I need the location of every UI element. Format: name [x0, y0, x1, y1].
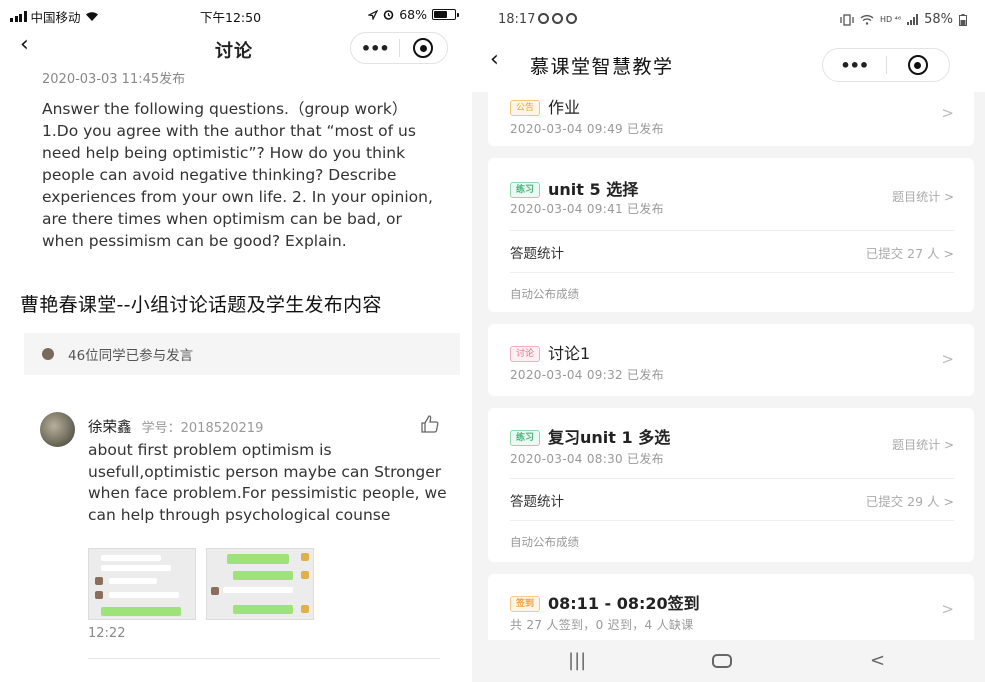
card-title: 公告 作业 — [510, 94, 580, 118]
miniprogram-capsule: ••• — [350, 32, 448, 64]
post-image[interactable] — [88, 548, 196, 620]
notification-icon — [538, 13, 550, 24]
network-type: HD ⁴⁶ — [879, 15, 902, 24]
status-bar: 中国移动 下午12:50 68% — [0, 0, 468, 30]
tag-checkin: 签到 — [510, 596, 541, 612]
card-title: 练习 unit 5 选择 — [510, 176, 638, 200]
post-author: 徐荣鑫 学号：2018520219 — [88, 416, 263, 437]
status-time: 下午12:50 — [200, 10, 262, 25]
activity-card-exercise[interactable]: 练习 复习unit 1 多选 2020-03-04 08:30 已发布 题目统计 … — [488, 408, 974, 562]
activity-card-checkin[interactable]: 签到 08:11 - 08:20签到 共 27 人签到，0 迟到，4 人缺课 > — [488, 574, 974, 644]
author-name: 徐荣鑫 — [88, 420, 132, 436]
battery-percent: 68% — [399, 7, 427, 22]
auto-grade-label: 自动公布成绩 — [510, 535, 579, 549]
close-miniprogram-button[interactable] — [886, 55, 949, 75]
submitted-count: 已提交 29 人 > — [865, 494, 954, 509]
home-button[interactable] — [712, 654, 732, 668]
answer-stats-label: 答题统计 — [510, 494, 564, 510]
battery-percent: 58% — [924, 12, 953, 27]
hand-icon — [42, 348, 54, 360]
location-icon — [368, 9, 379, 20]
carrier-name: 中国移动 — [30, 10, 81, 25]
header: 18:17 HD ⁴⁶ 58% ‹ 慕课堂智慧教学 ••• — [472, 0, 985, 92]
answer-stats-label: 答题统计 — [510, 246, 564, 262]
target-icon — [907, 55, 928, 75]
battery-icon — [959, 13, 967, 26]
wifi-icon — [860, 15, 874, 25]
system-nav-bar: ||| < — [472, 640, 985, 682]
status-time: 18:17 — [498, 12, 578, 27]
submitted-count: 已提交 27 人 > — [865, 246, 954, 261]
participation-bar[interactable]: 46位同学已参与发言 — [24, 333, 460, 375]
miniprogram-capsule: ••• — [822, 48, 950, 82]
activity-card-discussion[interactable]: 讨论 讨论1 2020-03-04 09:32 已发布 > — [488, 324, 974, 396]
notification-icon — [552, 13, 564, 24]
card-title: 签到 08:11 - 08:20签到 — [510, 590, 700, 614]
system-back-button[interactable]: < — [870, 650, 885, 671]
card-date: 2020-03-04 09:49 已发布 — [510, 122, 664, 136]
answer-stats-row[interactable]: 答题统计 已提交 27 人 > — [510, 230, 954, 272]
wifi-icon — [85, 12, 98, 21]
card-date: 2020-03-04 08:30 已发布 — [510, 452, 664, 466]
card-date: 2020-03-04 09:32 已发布 — [510, 368, 664, 382]
chevron-right-icon: > — [941, 104, 954, 122]
card-date: 2020-03-04 09:41 已发布 — [510, 202, 664, 216]
notification-icon — [566, 13, 578, 24]
post-time: 12:22 — [88, 626, 126, 641]
card-title: 练习 复习unit 1 多选 — [510, 424, 670, 448]
thumbs-up-icon[interactable] — [420, 414, 440, 434]
status-right: HD ⁴⁶ 58% — [840, 12, 967, 27]
post-image[interactable] — [206, 548, 314, 620]
page-title: 慕课堂智慧教学 — [530, 56, 674, 78]
participation-count: 46位同学已参与发言 — [68, 348, 194, 364]
back-button[interactable]: ‹ — [490, 47, 499, 72]
answer-stats-row[interactable]: 答题统计 已提交 29 人 > — [510, 478, 954, 520]
battery-icon — [432, 9, 459, 20]
signal-icon — [10, 11, 27, 22]
more-icon[interactable]: ••• — [823, 56, 886, 75]
vibrate-icon — [840, 13, 854, 26]
question-stats-link[interactable]: 题目统计 > — [892, 188, 954, 205]
publish-date: 2020-03-03 11:45发布 — [42, 72, 186, 87]
recent-apps-button[interactable]: ||| — [568, 650, 586, 671]
avatar[interactable] — [40, 412, 75, 447]
target-icon — [413, 38, 434, 58]
status-bar: 18:17 HD ⁴⁶ 58% — [472, 0, 985, 34]
right-phone-screen: 18:17 HD ⁴⁶ 58% ‹ 慕课堂智慧教学 ••• 公告 作业 2020-… — [472, 0, 985, 682]
chevron-right-icon: > — [941, 600, 954, 618]
activity-card-exercise[interactable]: 练习 unit 5 选择 2020-03-04 09:41 已发布 题目统计 > … — [488, 158, 974, 312]
divider — [88, 658, 440, 659]
signal-icon — [907, 14, 919, 25]
discussion-question: Answer the following questions.（group wo… — [42, 100, 433, 250]
left-phone-screen: 中国移动 下午12:50 68% ‹ 讨论 ••• 2020-03-03 11:… — [0, 0, 468, 682]
image-caption: 曹艳春课堂--小组讨论话题及学生发布内容 — [20, 294, 382, 316]
chevron-right-icon: > — [941, 350, 954, 368]
status-right: 68% — [368, 7, 459, 22]
author-student-id: 学号：2018520219 — [141, 421, 264, 436]
tag-discussion: 讨论 — [510, 346, 541, 362]
carrier-info: 中国移动 — [10, 7, 99, 26]
card-title: 讨论 讨论1 — [510, 340, 590, 364]
more-icon[interactable]: ••• — [351, 39, 399, 58]
checkin-summary: 共 27 人签到，0 迟到，4 人缺课 — [510, 618, 694, 632]
tag-exercise: 练习 — [510, 182, 541, 198]
tag-notice: 公告 — [510, 100, 541, 116]
alarm-icon — [383, 10, 394, 20]
post-content: about first problem optimism is usefull,… — [88, 441, 447, 524]
auto-grade-row: 自动公布成绩 — [510, 272, 954, 312]
close-miniprogram-button[interactable] — [399, 38, 447, 58]
auto-grade-label: 自动公布成绩 — [510, 287, 579, 301]
activity-card-notice[interactable]: 公告 作业 2020-03-04 09:49 已发布 > — [488, 86, 974, 146]
question-stats-link[interactable]: 题目统计 > — [892, 436, 954, 453]
tag-exercise: 练习 — [510, 430, 541, 446]
auto-grade-row: 自动公布成绩 — [510, 520, 954, 560]
